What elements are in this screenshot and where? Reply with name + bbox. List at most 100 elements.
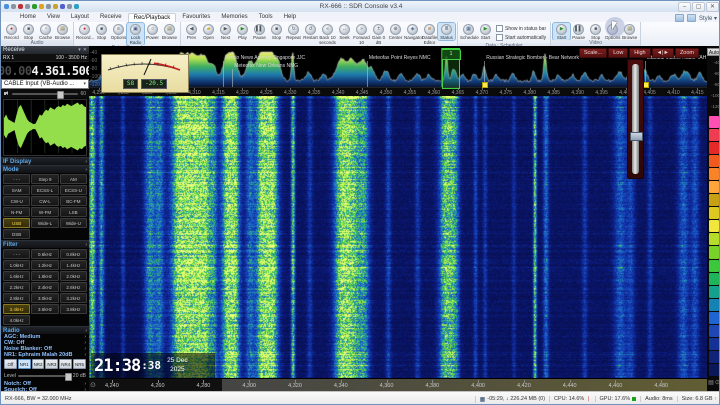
filter-button-2-2khz[interactable]: 2.2kHz <box>3 282 30 292</box>
filter-button-1-6khz[interactable]: 1.6kHz <box>3 271 30 281</box>
mode-button-w-fm[interactable]: W-FM <box>31 207 58 217</box>
tab-layout[interactable]: Layout <box>66 13 94 22</box>
undo-icon[interactable] <box>74 4 79 9</box>
filter-button-2-8khz[interactable]: 2.8kHz <box>3 293 30 303</box>
checkbox-start-automatically[interactable]: Start automatically <box>496 34 546 41</box>
mode-button-cw-u[interactable]: CW-U <box>3 196 30 206</box>
mode-button-cw-l[interactable]: CW-L <box>31 196 58 206</box>
tab-favourites[interactable]: Favourites <box>177 13 215 22</box>
settings-gear-icon[interactable]: ⊙ <box>90 381 96 390</box>
nr-button-nr3[interactable]: NR3 <box>45 359 58 369</box>
section-filter[interactable]: Filter› <box>1 240 89 248</box>
layout-grid-icon[interactable]: ▤ <box>708 379 714 386</box>
ribbon-button-center[interactable]: ⊕Center <box>387 23 404 40</box>
ribbon-button-pause[interactable]: ▌▌Pause <box>251 23 268 40</box>
user-icon[interactable] <box>67 4 72 9</box>
ribbon-button-navigator[interactable]: ◈Navigator <box>404 23 421 40</box>
ribbon-button-stop[interactable]: ■Stop <box>20 23 37 40</box>
frequency-display[interactable]: 00.004.361.500 <box>1 62 89 79</box>
tab-help[interactable]: Help <box>279 13 301 22</box>
ribbon-button-status[interactable]: ≣Status <box>438 23 455 40</box>
filter-button-0-8khz[interactable]: 0.8kHz <box>60 249 87 259</box>
filter-button-2-6khz[interactable]: 2.6kHz <box>60 282 87 292</box>
filter-button-3-8khz[interactable]: 3.8kHz <box>60 304 87 314</box>
spectrum-button-[interactable]: ◄|► <box>652 48 674 58</box>
spectrum-button-zoom[interactable]: Zoom <box>675 48 699 58</box>
close-icon[interactable]: ✕ <box>83 47 87 53</box>
mode-button-usb[interactable]: USB <box>3 218 30 228</box>
style-selector[interactable]: Style ▾ <box>699 15 717 22</box>
filter-button-3-0khz[interactable]: 3.0kHz <box>31 293 58 303</box>
filter-button-1-2khz[interactable]: 1.2kHz <box>31 260 58 270</box>
ribbon-button-datafile-editor[interactable]: ≋Datafile Editor <box>421 23 438 45</box>
filter-button-[interactable]: - - - <box>3 249 30 259</box>
ribbon-button-power[interactable]: ○Power <box>144 23 161 40</box>
ribbon-button-play[interactable]: ▶Play <box>234 23 251 40</box>
tab-tools[interactable]: Tools <box>254 13 278 22</box>
nr-button-nr4[interactable]: NR4 <box>59 359 72 369</box>
ribbon-button-record[interactable]: ●Record... <box>76 23 93 40</box>
level-slider[interactable] <box>18 375 71 377</box>
mode-button-am[interactable]: AM <box>60 174 87 184</box>
ribbon-button-pause[interactable]: ▌▌Pause <box>570 23 587 40</box>
ribbon-button-stop[interactable]: ■Stop <box>93 23 110 40</box>
mode-button-ecss-l[interactable]: ECSS-L <box>31 185 58 195</box>
ribbon-button-prev[interactable]: ◀Prev <box>183 23 200 40</box>
close-button[interactable]: ✕ <box>706 2 719 12</box>
power-icon[interactable] <box>46 4 51 9</box>
ribbon-button-browse[interactable]: ▤Browse <box>54 23 71 40</box>
waterfall-display[interactable] <box>89 96 707 378</box>
section-if-display[interactable]: IF Display› <box>1 157 89 165</box>
ribbon-button-browse[interactable]: ▤Browse <box>161 23 178 40</box>
folder-icon[interactable] <box>53 4 58 9</box>
minimize-button[interactable]: – <box>678 2 691 12</box>
ribbon-button-next[interactable]: ▶Next <box>217 23 234 40</box>
mode-button-n-fm[interactable]: N-FM <box>3 207 30 217</box>
ribbon-button-start[interactable]: ▶Start <box>553 23 570 40</box>
pin-icon[interactable]: ▾ <box>78 47 81 53</box>
tab-memories[interactable]: Memories <box>216 13 252 22</box>
waterfall-contrast-handle[interactable] <box>630 132 643 141</box>
tab-rec-playback[interactable]: Rec/Playback <box>128 13 177 22</box>
speaker-icon[interactable] <box>4 91 10 96</box>
ribbon-button-stop[interactable]: ■Stop <box>587 23 604 40</box>
waterfall-frequency-scale[interactable]: ⊙ 4,2404,2604,2804,3004,3204,3404,3604,3… <box>89 378 707 392</box>
ribbon-button-seek[interactable]: ↔Seek <box>336 23 353 40</box>
mode-button-ecss-u[interactable]: ECSS-U <box>60 185 87 195</box>
filter-button-2-0khz[interactable]: 2.0kHz <box>60 271 87 281</box>
clock-icon[interactable] <box>39 4 44 9</box>
mode-button-sam[interactable]: SAM <box>3 185 30 195</box>
mode-button-bc-fm[interactable]: BC-FM <box>60 196 87 206</box>
settings-gear-icon[interactable]: ⊙ <box>715 379 720 386</box>
app-icon[interactable] <box>4 4 9 9</box>
filter-button-2-4khz[interactable]: 2.4kHz <box>31 282 58 292</box>
ribbon-button-lock-radio[interactable]: ▣Lock Radio <box>127 23 144 45</box>
filter-button-1-0khz[interactable]: 1.0kHz <box>3 260 30 270</box>
filter-button-3-2khz[interactable]: 3.2kHz <box>60 293 87 303</box>
filter-button-3-4khz[interactable]: 3.4kHz <box>3 304 30 314</box>
audio-device-select[interactable]: CABLE Input (VB-Audio ... ▾ <box>1 79 89 89</box>
filter-button-1-4khz[interactable]: 1.4kHz <box>60 260 87 270</box>
ribbon-button-start[interactable]: ▶Start <box>477 23 494 40</box>
section-radio[interactable]: Radio› <box>1 326 89 334</box>
filter-button-3-6khz[interactable]: 3.6kHz <box>31 304 58 314</box>
ribbon-button-schedule[interactable]: ▦Schedule <box>460 23 477 40</box>
ribbon-button-options[interactable]: ≡Options <box>110 23 127 40</box>
layout-window2-icon[interactable] <box>687 14 696 22</box>
maximize-button[interactable]: ▢ <box>692 2 705 12</box>
nr-button-nr1[interactable]: NR1 <box>18 359 31 369</box>
spectrum-button-low[interactable]: Low <box>608 48 628 58</box>
ribbon-button-stop[interactable]: ■Stop <box>268 23 285 40</box>
ribbon-button-restart[interactable]: ↺Restart <box>302 23 319 40</box>
filter-button-1-8khz[interactable]: 1.8kHz <box>31 271 58 281</box>
ribbon-button-repeat[interactable]: ↻Repeat <box>285 23 302 40</box>
ribbon-button-gain-0-db[interactable]: ±Gain 0 dB <box>370 23 387 45</box>
mode-button-lsb[interactable]: LSB <box>60 207 87 217</box>
ribbon-button-cache[interactable]: ◔Cache <box>37 23 54 40</box>
save-icon[interactable] <box>11 4 16 9</box>
ribbon-button-record[interactable]: ●Record <box>3 23 20 40</box>
tuning-passband-box[interactable]: 1 <box>442 48 461 89</box>
close-icon[interactable] <box>32 4 37 9</box>
mode-button-wide-u[interactable]: Wide-U <box>60 218 87 228</box>
mute-icon[interactable] <box>25 4 30 9</box>
